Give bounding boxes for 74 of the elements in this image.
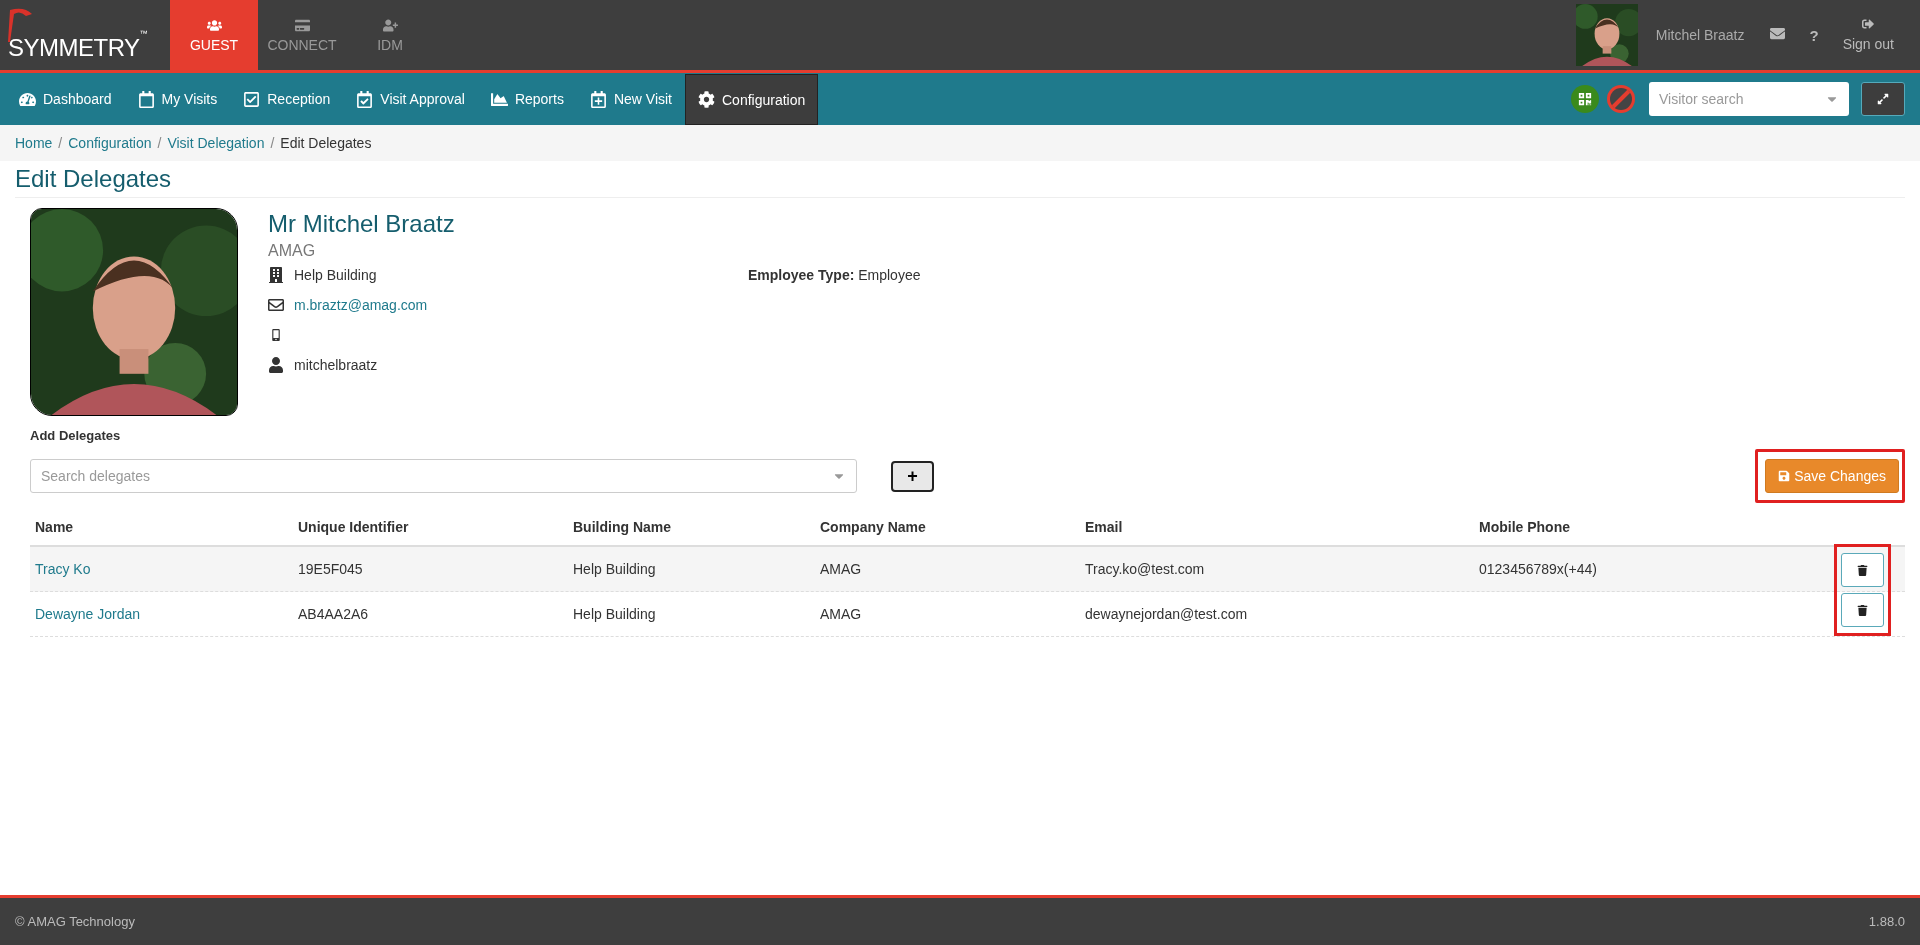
calendar-icon	[137, 90, 155, 108]
logo-text: SYMMETRY	[8, 34, 140, 62]
delegate-search-field[interactable]: Search delegates	[30, 459, 857, 493]
people-icon	[206, 17, 222, 33]
breadcrumb-link[interactable]: Configuration	[68, 135, 152, 151]
trash-icon	[1857, 564, 1868, 576]
delegate-name-link[interactable]: Dewayne Jordan	[35, 606, 141, 622]
user-icon	[268, 357, 284, 373]
table-cell: AMAG	[820, 606, 862, 622]
card-icon	[294, 17, 310, 33]
module-tab[interactable]: IDM	[346, 0, 434, 70]
nav-tab[interactable]: Reception	[230, 73, 344, 125]
breadcrumb-separator: /	[270, 135, 275, 151]
user-plus-icon	[382, 17, 398, 33]
trash-icon	[1857, 604, 1868, 616]
qr-code-icon[interactable]	[1571, 85, 1599, 113]
building-name: Help Building	[294, 267, 377, 283]
save-icon	[1778, 470, 1791, 482]
nav-tab[interactable]: Dashboard	[6, 73, 125, 125]
building-icon	[268, 267, 284, 283]
page-title: Edit Delegates	[15, 165, 1905, 198]
company-name: AMAG	[268, 242, 317, 260]
table-cell: 19E5F045	[298, 561, 363, 577]
nav-tab[interactable]: New Visit	[576, 73, 685, 125]
username: mitchelbraatz	[294, 357, 378, 373]
calendar-check-icon	[356, 90, 374, 108]
add-button[interactable]: +	[891, 460, 934, 492]
column-header: Email	[1085, 519, 1123, 535]
gauge-icon	[19, 90, 36, 108]
breadcrumb-separator: /	[58, 135, 63, 151]
table-cell: AMAG	[820, 561, 862, 577]
table-cell: Help Building	[573, 606, 656, 622]
table-cell: Tracy.ko@test.com	[1085, 561, 1205, 577]
column-header: Name	[35, 519, 74, 535]
version: 1.88.0	[1868, 914, 1905, 929]
column-header: Mobile Phone	[1479, 519, 1570, 535]
envelope-icon	[268, 297, 284, 313]
delete-button[interactable]	[1841, 553, 1884, 587]
breadcrumb-separator: /	[157, 135, 162, 151]
column-header: Building Name	[573, 519, 671, 535]
user-name[interactable]: Mitchel Braatz	[1655, 27, 1745, 43]
visitor-search-field[interactable]: Visitor search	[1649, 82, 1849, 116]
expand-button[interactable]	[1861, 82, 1905, 116]
nav-tab[interactable]: My Visits	[124, 73, 231, 125]
table-cell: dewaynejordan@test.com	[1085, 606, 1248, 622]
calendar-plus-icon	[589, 90, 607, 108]
delete-button[interactable]	[1841, 593, 1884, 627]
add-delegates-label: Add Delegates	[30, 428, 122, 443]
nav-tab[interactable]: Visit Approval	[343, 73, 478, 125]
sign-out-icon	[1862, 18, 1875, 30]
breadcrumb-link[interactable]: Home	[15, 135, 53, 151]
sign-out-button[interactable]: Sign out	[1842, 0, 1894, 70]
employee-type: Employee Type: Employee	[748, 266, 922, 285]
email-link[interactable]: m.braztz@amag.com	[294, 297, 428, 313]
breadcrumb-link[interactable]: Visit Delegation	[167, 135, 265, 151]
checkbox-icon	[243, 90, 261, 108]
table-cell: AB4AA2A6	[298, 606, 369, 622]
trademark: ™	[139, 29, 148, 38]
nav-tab[interactable]: Reports	[477, 73, 577, 125]
delegate-name-link[interactable]: Tracy Ko	[35, 561, 91, 577]
column-header: Unique Identifier	[298, 519, 409, 535]
table-cell: 0123456789x(+44)	[1479, 561, 1597, 577]
person-name: Mr Mitchel Braatz	[268, 210, 456, 238]
module-tab[interactable]: GUEST	[170, 0, 258, 70]
column-header: Company Name	[820, 519, 926, 535]
area-chart-icon	[490, 90, 508, 108]
settings-icon	[698, 91, 715, 108]
table-cell: Help Building	[573, 561, 656, 577]
expand-icon	[1877, 93, 1889, 105]
nav-tab[interactable]: Configuration	[685, 74, 819, 125]
module-tab[interactable]: CONNECT	[258, 0, 346, 70]
save-button[interactable]: Save Changes	[1765, 459, 1899, 493]
help-button[interactable]: ?	[1809, 26, 1819, 44]
copyright: © AMAG Technology	[15, 914, 135, 929]
